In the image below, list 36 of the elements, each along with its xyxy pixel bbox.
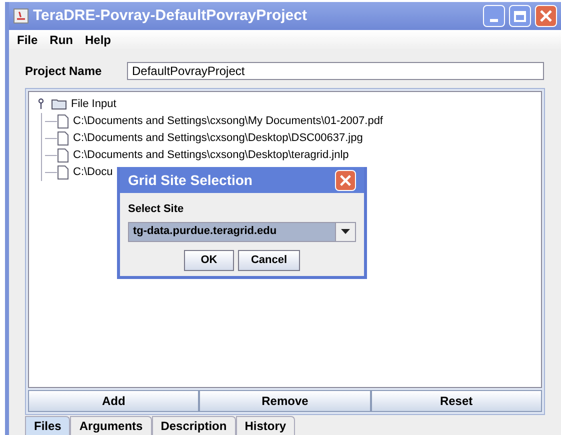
project-name-field[interactable]: DefaultPovrayProject [127,62,544,80]
file-icon [57,114,69,128]
tab[interactable]: Arguments [70,416,152,435]
action-button[interactable]: Reset [370,390,542,412]
menu-item[interactable]: Help [85,31,112,49]
tree-item[interactable]: C:\Documents and Settings\cxsong\Desktop\DSC00637.jpg [73,130,363,146]
window-title: TeraDRE-Povray-DefaultPovrayProject [33,6,308,26]
file-icon [57,130,69,146]
caret-icon [341,229,350,234]
menu-item[interactable]: Run [50,31,73,49]
tree-item[interactable]: C:\Documents and Settings\cxsong\My Documents\01-2007.pdf [73,112,383,130]
tab[interactable]: Files [25,416,70,435]
dialog-title: Grid Site Selection [128,170,254,190]
site-dropdown[interactable]: tg-data.purdue.teragrid.edu [128,222,356,242]
close-icon [339,174,352,186]
field-label: Project Name [25,63,103,80]
dialog-button[interactable]: OK [184,250,234,270]
close-icon [539,9,553,23]
action-button[interactable]: Add [28,390,200,412]
close-button[interactable] [335,170,356,190]
maximize-button[interactable] [509,5,531,27]
minimize-button[interactable] [483,5,505,27]
close-button[interactable] [535,5,557,27]
menu-item[interactable]: File [17,31,38,49]
file-icon [57,164,69,180]
file-icon [57,148,69,162]
action-button[interactable]: Remove [199,390,371,412]
dialog-button[interactable]: Cancel [238,250,300,270]
app-icon [13,8,29,24]
tab[interactable]: Description [152,416,236,435]
tree-item[interactable]: File Input [71,96,116,112]
field-label: Select Site [128,202,185,217]
folder-icon [51,98,67,110]
tab[interactable]: History [236,416,296,435]
tree-item[interactable]: C:\Documents and Settings\cxsong\Desktop\teragrid.jnlp [73,146,349,164]
tree-item[interactable]: C:\Docu [73,164,113,180]
